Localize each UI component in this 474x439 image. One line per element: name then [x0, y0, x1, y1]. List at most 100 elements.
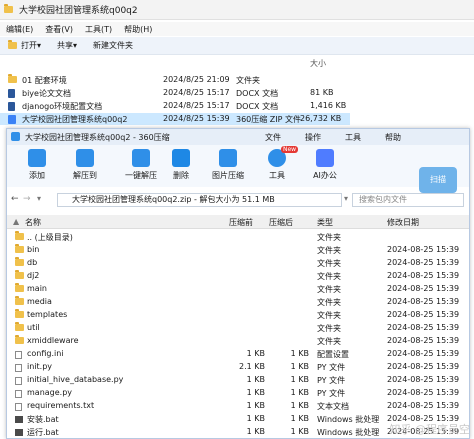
share-button[interactable]: 共享 ▾ — [57, 40, 77, 51]
cell-after: 1 KB — [290, 375, 309, 384]
cell-compressed: 1 KB — [246, 427, 265, 436]
extract-to-button[interactable]: 解压到 — [63, 149, 107, 181]
tools-button[interactable]: 工具 New — [255, 146, 299, 181]
cell-name: init.py — [27, 362, 53, 371]
file-type: 文件夹 — [236, 76, 260, 85]
address-path[interactable]: 大学校园社团管理系统q00q2.zip - 解包大小为 51.1 MB — [57, 193, 342, 207]
row-icon — [15, 259, 24, 268]
table-row[interactable]: bin 文件夹 2024-08-25 15:39 — [7, 243, 469, 256]
table-row[interactable]: dj2 文件夹 2024-08-25 15:39 — [7, 269, 469, 282]
table-row[interactable]: manage.py 1 KB 1 KB PY 文件 2024-08-25 15:39 — [7, 386, 469, 399]
cell-date: 2024-08-25 15:39 — [387, 362, 460, 371]
list-item[interactable]: 01 配套环境 2024/8/25 21:09 文件夹 — [0, 74, 350, 86]
row-icon — [15, 298, 24, 307]
table-row[interactable]: requirements.txt 1 KB 1 KB 文本文档 2024-08-25 1… — [7, 399, 469, 412]
cell-type: 文件夹 — [317, 298, 341, 307]
cell-type: 文件夹 — [317, 259, 341, 268]
address-dropdown-icon[interactable]: ▾ — [344, 194, 348, 203]
extract-oneclick-icon — [132, 149, 150, 167]
folder-icon — [15, 259, 24, 266]
scan-button[interactable]: 扫描 — [419, 167, 457, 193]
file-icon — [15, 402, 22, 411]
zip-window: 大学校园社团管理系统q00q2 - 360压缩 文件 操作 工具 帮助 添加 解… — [6, 128, 470, 439]
file-name: 01 配套环境 — [22, 76, 67, 85]
dropdown-icon[interactable]: ▾ — [37, 194, 41, 203]
zip-menu-operate[interactable]: 操作 — [305, 132, 321, 143]
add-button[interactable]: 添加 — [15, 149, 59, 181]
cell-compressed: 2.1 KB — [239, 362, 265, 371]
ai-office-label: AI办公 — [313, 171, 337, 180]
zip-titlebar: 大学校园社团管理系统q00q2 - 360压缩 文件 操作 工具 帮助 — [7, 129, 469, 145]
delete-label: 删除 — [173, 171, 189, 180]
table-row[interactable]: util 文件夹 2024-08-25 15:39 — [7, 321, 469, 334]
row-icon — [15, 428, 23, 437]
menu-view[interactable]: 查看(V) — [39, 24, 79, 35]
back-arrow-icon[interactable]: ← — [11, 194, 19, 204]
explorer-header: 大小 — [0, 58, 350, 70]
list-item-selected[interactable]: 大学校园社团管理系统q00q2 2024/8/25 15:39 360压缩 ZI… — [0, 113, 350, 125]
open-button[interactable]: 打开 ▾ — [8, 40, 41, 51]
cell-compressed: 1 KB — [246, 349, 265, 358]
file-icon — [15, 376, 22, 385]
list-item[interactable]: djanogo环境配置文档 2024/8/25 15:17 DOCX 文档 1,… — [0, 100, 350, 112]
cell-compressed: 1 KB — [246, 401, 265, 410]
header-type[interactable]: 类型 — [317, 217, 333, 228]
extract-to-label: 解压到 — [73, 171, 97, 180]
ai-office-button[interactable]: AI办公 — [303, 149, 347, 181]
table-row[interactable]: init.py 2.1 KB 1 KB PY 文件 2024-08-25 15:39 — [7, 360, 469, 373]
table-row[interactable]: media 文件夹 2024-08-25 15:39 — [7, 295, 469, 308]
image-compress-button[interactable]: 图片压缩 — [205, 149, 251, 181]
table-row[interactable]: templates 文件夹 2024-08-25 15:39 — [7, 308, 469, 321]
forward-arrow-icon[interactable]: → — [23, 194, 31, 204]
row-icon — [15, 389, 22, 398]
menu-tools[interactable]: 工具(T) — [79, 24, 118, 35]
table-row[interactable]: config.ini 1 KB 1 KB 配置设置 2024-08-25 15:39 — [7, 347, 469, 360]
zip-menu-file[interactable]: 文件 — [265, 132, 281, 143]
zip-title: 大学校园社团管理系统q00q2 - 360压缩 — [25, 133, 170, 142]
table-header: ▲ 名称 压缩前 压缩后 类型 修改日期 — [7, 215, 469, 229]
new-folder-button[interactable]: 新建文件夹 — [93, 40, 133, 51]
zip-ribbon: 添加 解压到 一键解压 删除 图片压缩 工具 New AI办公 扫描 — [7, 145, 469, 193]
cell-date: 2024-08-25 15:39 — [387, 271, 460, 280]
row-icon — [15, 311, 24, 320]
header-compressed[interactable]: 压缩前 — [229, 217, 253, 228]
cell-name: util — [27, 323, 40, 332]
table-row[interactable]: db 文件夹 2024-08-25 15:39 — [7, 256, 469, 269]
extract-icon — [76, 149, 94, 167]
cell-type: Windows 批处理 — [317, 428, 380, 437]
search-input[interactable]: 搜索包内文件 — [352, 193, 464, 207]
table-row[interactable]: main 文件夹 2024-08-25 15:39 — [7, 282, 469, 295]
cell-name: dj2 — [27, 271, 40, 280]
zip-menu-tools[interactable]: 工具 — [345, 132, 361, 143]
cell-compressed: 1 KB — [246, 388, 265, 397]
cell-type: 文件夹 — [317, 324, 341, 333]
table-row[interactable]: .. (上级目录) 文件夹 — [7, 230, 469, 243]
trash-icon — [172, 149, 190, 167]
menu-help[interactable]: 帮助(H) — [118, 24, 158, 35]
cell-type: PY 文件 — [317, 376, 346, 385]
cell-date: 2024-08-25 15:39 — [387, 401, 460, 410]
row-icon — [15, 350, 22, 359]
batch-file-icon — [15, 429, 23, 436]
zip-menu-help[interactable]: 帮助 — [385, 132, 401, 143]
table-row[interactable]: xmiddleware 文件夹 2024-08-25 15:39 — [7, 334, 469, 347]
list-item[interactable]: biye论文文档 2024/8/25 15:17 DOCX 文档 81 KB — [0, 87, 350, 99]
cell-type: 文件夹 — [317, 311, 341, 320]
file-date: 2024/8/25 15:39 — [163, 114, 230, 123]
delete-button[interactable]: 删除 — [159, 149, 203, 181]
folder-icon — [15, 311, 24, 318]
header-name[interactable]: 名称 — [25, 217, 41, 228]
header-date[interactable]: 修改日期 — [387, 217, 419, 228]
table-row[interactable]: initial_hive_database.py 1 KB 1 KB PY 文件 202… — [7, 373, 469, 386]
cell-name: requirements.txt — [27, 401, 95, 410]
header-size[interactable]: 大小 — [310, 58, 326, 69]
zip-archive-icon — [8, 115, 16, 124]
row-icon — [15, 233, 24, 242]
file-type: DOCX 文档 — [236, 102, 279, 111]
header-after[interactable]: 压缩后 — [269, 217, 293, 228]
file-size: 1,416 KB — [310, 101, 347, 110]
cell-after: 1 KB — [290, 349, 309, 358]
cell-name: 运行.bat — [27, 428, 59, 437]
menu-edit[interactable]: 编辑(E) — [0, 24, 39, 35]
file-type: 360压缩 ZIP 文件 — [236, 115, 302, 124]
